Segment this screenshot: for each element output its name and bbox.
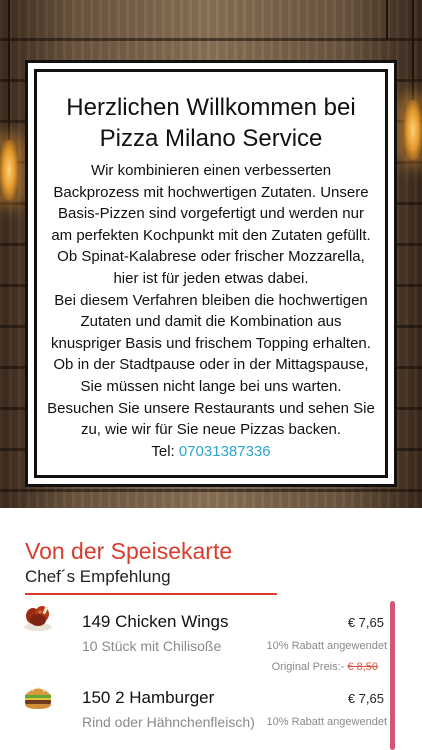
- hamburger-icon: [25, 687, 51, 709]
- scroll-indicator[interactable]: [390, 601, 395, 750]
- phone-line: Tel: 07031387336: [47, 441, 375, 463]
- welcome-text: Wir kombinieren einen verbesserten Backp…: [47, 160, 375, 462]
- lamp-cord: [386, 0, 388, 40]
- welcome-paragraph: Bei diesem Verfahren bleiben die hochwer…: [51, 291, 371, 352]
- item-price: € 7,65: [347, 691, 384, 706]
- lamp-left-icon: [0, 140, 18, 200]
- welcome-title: Herzlichen Willkommen bei Pizza Milano S…: [37, 92, 385, 154]
- welcome-card-inner: Herzlichen Willkommen bei Pizza Milano S…: [34, 69, 388, 478]
- discount-label: 10% Rabatt angewendet: [266, 716, 387, 728]
- welcome-card: Herzlichen Willkommen bei Pizza Milano S…: [25, 60, 397, 487]
- hero-banner: Herzlichen Willkommen bei Pizza Milano S…: [0, 0, 422, 508]
- menu-section: Von der Speisekarte Chef´s Empfehlung 14…: [0, 508, 422, 750]
- welcome-title-line2: Pizza Milano Service: [99, 125, 323, 152]
- subtitle-underline: [25, 593, 277, 595]
- chicken-wings-icon: [24, 606, 52, 631]
- original-price-label: Original Preis:-: [271, 661, 348, 673]
- menu-subtitle: Chef´s Empfehlung: [25, 567, 171, 586]
- lamp-cord: [412, 0, 414, 100]
- phone-label: Tel:: [151, 442, 179, 460]
- discount-label: 10% Rabatt angewendet: [266, 640, 387, 652]
- welcome-title-line1: Herzlichen Willkommen bei: [66, 94, 356, 121]
- menu-item-chicken-wings[interactable]: 149 Chicken Wings 10 Stück mit Chilisoße…: [0, 600, 422, 673]
- item-name: 149 Chicken Wings: [82, 612, 229, 631]
- item-name: 150 2 Hamburger: [82, 688, 215, 707]
- lamp-right-icon: [404, 100, 422, 160]
- original-price-value: € 8,50: [347, 661, 378, 673]
- item-description: Rind oder Hähnchenfleisch): [82, 714, 255, 730]
- welcome-paragraph: Wir kombinieren einen verbesserten Backp…: [51, 162, 371, 287]
- original-price: Original Preis:- € 8,50: [272, 661, 378, 673]
- phone-number-link[interactable]: 07031387336: [179, 443, 271, 460]
- item-description: 10 Stück mit Chilisoße: [82, 638, 222, 654]
- welcome-paragraph: Ob in der Stadtpause oder in der Mittags…: [53, 356, 369, 395]
- menu-title: Von der Speisekarte: [25, 538, 233, 564]
- welcome-paragraph: Besuchen Sie unsere Restaurants und sehe…: [47, 399, 375, 439]
- menu-item-hamburger[interactable]: 150 2 Hamburger Rind oder Hähnchenfleisc…: [0, 676, 422, 736]
- item-price: € 7,65: [347, 615, 384, 630]
- lamp-cord: [8, 0, 10, 140]
